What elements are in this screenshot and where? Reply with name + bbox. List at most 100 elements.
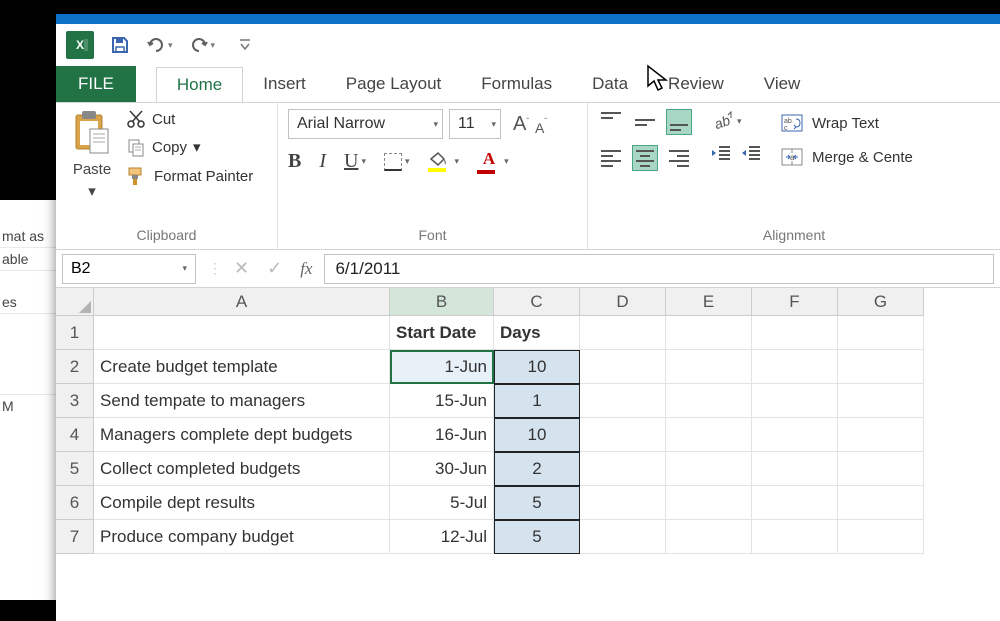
cut-button[interactable]: Cut — [126, 109, 253, 129]
cell[interactable]: 5 — [494, 520, 580, 554]
font-size-combo[interactable]: 11 ▾ — [449, 109, 501, 139]
row-header[interactable]: 5 — [56, 452, 94, 486]
cell[interactable]: Create budget template — [94, 350, 390, 384]
row-header[interactable]: 4 — [56, 418, 94, 452]
data-tab[interactable]: Data — [572, 66, 648, 102]
file-tab[interactable]: FILE — [56, 66, 136, 102]
view-tab[interactable]: View — [744, 66, 821, 102]
cell[interactable] — [666, 520, 752, 554]
copy-button[interactable]: Copy ▾ — [126, 137, 253, 157]
cell[interactable]: Start Date — [390, 316, 494, 350]
cell[interactable]: Managers complete dept budgets — [94, 418, 390, 452]
cell[interactable] — [666, 384, 752, 418]
cell[interactable] — [94, 316, 390, 350]
increase-font-button[interactable]: Aˆ — [513, 113, 529, 136]
align-bottom-button[interactable] — [666, 109, 692, 135]
cell[interactable]: 5 — [494, 486, 580, 520]
bold-button[interactable]: B — [288, 150, 301, 173]
decrease-font-button[interactable]: Aˇ — [533, 113, 547, 136]
cell[interactable] — [838, 520, 924, 554]
col-header-f[interactable]: F — [752, 288, 838, 316]
cell[interactable] — [666, 452, 752, 486]
cell[interactable] — [666, 350, 752, 384]
cell[interactable]: Days — [494, 316, 580, 350]
decrease-indent-button[interactable] — [710, 143, 732, 163]
worksheet-grid[interactable]: A B C D E F G 1 Start Date Days 2 Create… — [56, 288, 1000, 554]
cell[interactable]: Send tempate to managers — [94, 384, 390, 418]
row-header[interactable]: 7 — [56, 520, 94, 554]
cell[interactable]: Produce company budget — [94, 520, 390, 554]
cell[interactable]: 10 — [494, 418, 580, 452]
border-button[interactable]: ▾ — [384, 153, 410, 171]
wrap-text-button[interactable]: abc Wrap Text — [780, 113, 913, 133]
font-color-button[interactable]: A ▾ — [477, 149, 509, 174]
paste-dropdown-icon[interactable]: ▾ — [88, 182, 96, 200]
cell[interactable]: 5-Jul — [390, 486, 494, 520]
select-all-corner[interactable] — [56, 288, 94, 316]
align-center-button[interactable] — [632, 145, 658, 171]
cell[interactable] — [838, 418, 924, 452]
cell[interactable]: 2 — [494, 452, 580, 486]
merge-center-button[interactable]: a Merge & Cente — [780, 147, 913, 167]
cell[interactable] — [666, 418, 752, 452]
increase-indent-button[interactable] — [740, 143, 762, 163]
col-header-c[interactable]: C — [494, 288, 580, 316]
name-box[interactable]: B2 ▾ — [62, 254, 196, 284]
underline-button[interactable]: U ▾ — [344, 150, 366, 173]
window-titlebar[interactable] — [56, 14, 1000, 24]
cell[interactable] — [580, 350, 666, 384]
cell[interactable] — [838, 316, 924, 350]
row-header[interactable]: 6 — [56, 486, 94, 520]
cell[interactable] — [580, 384, 666, 418]
cell[interactable]: 12-Jul — [390, 520, 494, 554]
cell[interactable]: 16-Jun — [390, 418, 494, 452]
copy-dropdown-icon[interactable]: ▾ — [193, 138, 201, 156]
cell[interactable] — [752, 520, 838, 554]
cell[interactable] — [752, 350, 838, 384]
review-tab[interactable]: Review — [648, 66, 744, 102]
cell[interactable] — [580, 316, 666, 350]
formulas-tab[interactable]: Formulas — [461, 66, 572, 102]
cell[interactable] — [580, 452, 666, 486]
row-header[interactable]: 3 — [56, 384, 94, 418]
cell[interactable] — [580, 486, 666, 520]
cell[interactable] — [838, 452, 924, 486]
redo-button[interactable]: ▾ — [189, 36, 216, 54]
cell[interactable]: Compile dept results — [94, 486, 390, 520]
cell[interactable] — [838, 486, 924, 520]
cell[interactable]: 1 — [494, 384, 580, 418]
cell[interactable] — [752, 452, 838, 486]
formula-input[interactable]: 6/1/2011 — [324, 254, 994, 284]
cell[interactable] — [752, 384, 838, 418]
enter-formula-button[interactable]: ✓ — [267, 258, 282, 279]
col-header-b[interactable]: B — [390, 288, 494, 316]
row-header[interactable]: 2 — [56, 350, 94, 384]
home-tab[interactable]: Home — [156, 67, 243, 103]
cell[interactable] — [666, 486, 752, 520]
col-header-g[interactable]: G — [838, 288, 924, 316]
cell[interactable] — [752, 316, 838, 350]
col-header-e[interactable]: E — [666, 288, 752, 316]
cell[interactable]: 15-Jun — [390, 384, 494, 418]
cell[interactable] — [580, 418, 666, 452]
cancel-formula-button[interactable]: ✕ — [234, 258, 249, 279]
undo-button[interactable]: ▾ — [146, 36, 173, 54]
qat-customize-button[interactable] — [239, 38, 251, 52]
align-middle-button[interactable] — [632, 109, 658, 135]
row-header[interactable]: 1 — [56, 316, 94, 350]
align-top-button[interactable] — [598, 109, 624, 135]
cell[interactable] — [752, 418, 838, 452]
cell[interactable] — [752, 486, 838, 520]
cell[interactable] — [838, 384, 924, 418]
format-painter-button[interactable]: Format Painter — [126, 165, 253, 187]
cell[interactable]: Collect completed budgets — [94, 452, 390, 486]
align-left-button[interactable] — [598, 145, 624, 171]
paste-button[interactable]: Paste ▾ — [66, 109, 118, 200]
italic-button[interactable]: I — [319, 150, 326, 173]
col-header-d[interactable]: D — [580, 288, 666, 316]
cell[interactable]: 30-Jun — [390, 452, 494, 486]
cell[interactable]: 10 — [494, 350, 580, 384]
cell[interactable] — [838, 350, 924, 384]
save-button[interactable] — [110, 35, 130, 55]
insert-tab[interactable]: Insert — [243, 66, 326, 102]
